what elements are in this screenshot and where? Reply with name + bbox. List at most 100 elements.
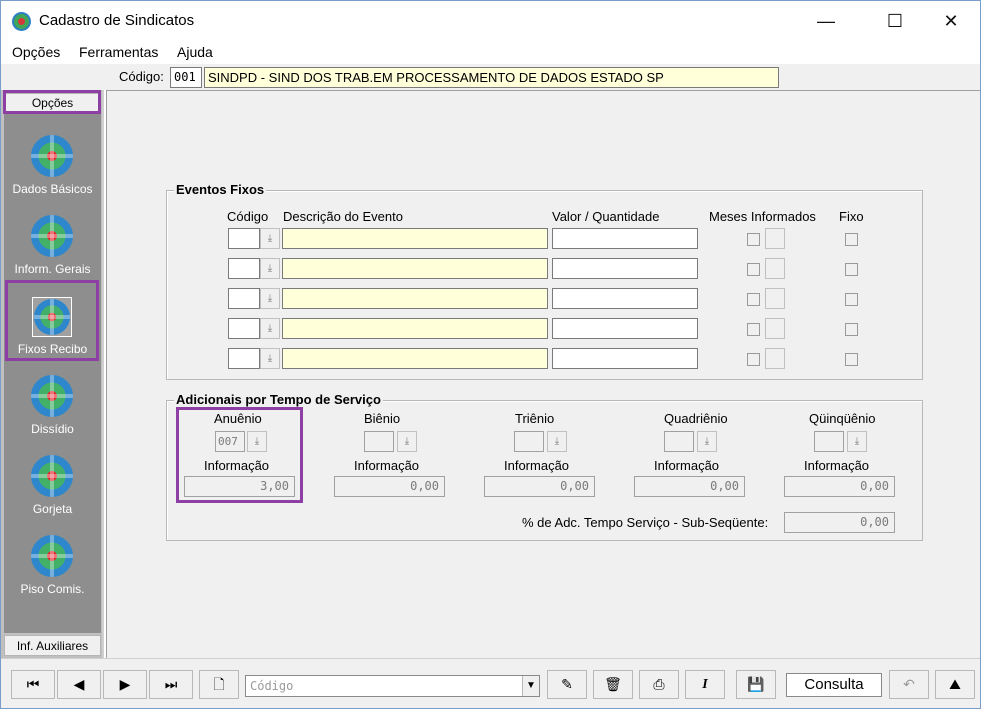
evento-valor-input[interactable] (552, 228, 698, 249)
last-record-button[interactable]: ⏭ (149, 670, 193, 699)
quinquenio-label: Qüinqüênio (809, 411, 876, 426)
lookup-icon[interactable]: ⤓ (397, 431, 417, 452)
meses-button[interactable] (765, 258, 785, 279)
next-record-button[interactable]: ▶ (103, 670, 147, 699)
quinquenio-code-field[interactable] (814, 431, 844, 452)
sidebar-item-piso-comis[interactable]: Piso Comis. (4, 529, 101, 607)
new-document-icon[interactable]: 🗋 (199, 670, 239, 699)
lookup-icon[interactable]: ⤓ (547, 431, 567, 452)
adicionais-title: Adicionais por Tempo de Serviço (174, 392, 383, 407)
sidebar-item-label: Gorjeta (32, 502, 73, 516)
eventos-fixos-group: Eventos Fixos Código Descrição do Evento… (166, 182, 923, 380)
quadrienio-label: Quadriênio (664, 411, 728, 426)
sidebar-item-dados-basicos[interactable]: Dados Básicos (4, 129, 101, 207)
evento-descricao-input[interactable] (282, 348, 548, 369)
meses-button[interactable] (765, 228, 785, 249)
lookup-icon[interactable]: ⤓ (260, 348, 280, 369)
app-logo-icon (31, 215, 73, 257)
meses-button[interactable] (765, 318, 785, 339)
meses-checkbox[interactable] (747, 263, 760, 276)
bottom-toolbar: ⏮ ◀ ▶ ⏭ 🗋 Código ▼ ✎ 🗑 ⎙ I 💾 Consulta ↶ … (1, 658, 980, 708)
quadrienio-value-field[interactable]: 0,00 (634, 476, 745, 497)
quinquenio-value-field[interactable]: 0,00 (784, 476, 895, 497)
code-row: Código: 001 SINDPD - SIND DOS TRAB.EM PR… (1, 64, 980, 90)
lookup-icon[interactable]: ⤓ (260, 258, 280, 279)
evento-valor-input[interactable] (552, 348, 698, 369)
evento-valor-input[interactable] (552, 288, 698, 309)
sidebar-item-label: Piso Comis. (20, 582, 85, 596)
fixo-checkbox[interactable] (845, 293, 858, 306)
subsequente-label: % de Adc. Tempo Serviço - Sub-Seqüente: (522, 515, 769, 530)
evento-descricao-input[interactable] (282, 258, 548, 279)
evento-codigo-input[interactable] (228, 228, 260, 249)
edit-document-icon[interactable]: ✎ (547, 670, 587, 699)
highlight-box (3, 90, 101, 114)
menu-ajuda[interactable]: Ajuda (177, 44, 213, 60)
fixo-checkbox[interactable] (845, 263, 858, 276)
trash-icon[interactable]: 🗑 (593, 670, 633, 699)
binoculars-icon[interactable]: ⛰ (935, 670, 975, 699)
col-fixo-header: Fixo (839, 209, 864, 224)
sidebar-item-gorjeta[interactable]: Gorjeta (4, 449, 101, 527)
fixo-checkbox[interactable] (845, 233, 858, 246)
sidebar: Opções Dados Básicos Inform. Gerais Fixo… (1, 90, 104, 658)
window-title: Cadastro de Sindicatos (39, 12, 195, 29)
italic-i-icon[interactable]: I (685, 670, 725, 699)
undo-icon[interactable]: ↶ (889, 670, 929, 699)
sidebar-item-label: Dados Básicos (12, 182, 93, 196)
evento-codigo-input[interactable] (228, 348, 260, 369)
code-field[interactable]: 001 (170, 67, 202, 88)
evento-valor-input[interactable] (552, 258, 698, 279)
maximize-button[interactable]: ☐ (872, 6, 918, 36)
trienio-label: Triênio (515, 411, 555, 426)
lookup-icon[interactable]: ⤓ (260, 318, 280, 339)
sidebar-item-dissidio[interactable]: Dissídio (4, 369, 101, 447)
bienio-label: Biênio (364, 411, 401, 426)
evento-descricao-input[interactable] (282, 288, 548, 309)
print-icon[interactable]: ⎙ (639, 670, 679, 699)
meses-checkbox[interactable] (747, 293, 760, 306)
app-logo-icon (31, 535, 73, 577)
evento-codigo-input[interactable] (228, 258, 260, 279)
menu-ferramentas[interactable]: Ferramentas (79, 44, 158, 60)
minimize-button[interactable]: — (803, 6, 849, 36)
trienio-code-field[interactable] (514, 431, 544, 452)
col-meses-header: Meses Informados (709, 209, 816, 224)
prev-record-button[interactable]: ◀ (57, 670, 101, 699)
meses-button[interactable] (765, 348, 785, 369)
meses-checkbox[interactable] (747, 323, 760, 336)
trienio-value-field[interactable]: 0,00 (484, 476, 595, 497)
sidebar-panel: Dados Básicos Inform. Gerais Fixos Recib… (4, 113, 101, 633)
evento-valor-input[interactable] (552, 318, 698, 339)
lookup-icon[interactable]: ⤓ (260, 288, 280, 309)
evento-codigo-input[interactable] (228, 318, 260, 339)
app-logo-icon (31, 375, 73, 417)
first-record-button[interactable]: ⏮ (11, 670, 55, 699)
code-search-combo[interactable]: Código ▼ (245, 675, 540, 697)
chevron-down-icon[interactable]: ▼ (522, 676, 539, 696)
sidebar-inf-auxiliares-button[interactable]: Inf. Auxiliares (4, 635, 101, 656)
fixo-checkbox[interactable] (845, 323, 858, 336)
close-button[interactable]: ✕ (928, 6, 974, 36)
evento-descricao-input[interactable] (282, 228, 548, 249)
app-logo-icon (31, 135, 73, 177)
quadrienio-code-field[interactable] (664, 431, 694, 452)
evento-descricao-input[interactable] (282, 318, 548, 339)
eventos-fixos-title: Eventos Fixos (174, 182, 267, 197)
sidebar-item-inform-gerais[interactable]: Inform. Gerais (4, 209, 101, 287)
meses-checkbox[interactable] (747, 353, 760, 366)
meses-checkbox[interactable] (747, 233, 760, 246)
lookup-icon[interactable]: ⤓ (847, 431, 867, 452)
menu-opcoes[interactable]: Opções (12, 44, 60, 60)
info-label: Informação (654, 458, 720, 473)
lookup-icon[interactable]: ⤓ (697, 431, 717, 452)
save-icon[interactable]: 💾 (736, 670, 776, 699)
meses-button[interactable] (765, 288, 785, 309)
bienio-code-field[interactable] (364, 431, 394, 452)
bienio-value-field[interactable]: 0,00 (334, 476, 445, 497)
subsequente-value-field[interactable]: 0,00 (784, 512, 895, 533)
evento-codigo-input[interactable] (228, 288, 260, 309)
lookup-icon[interactable]: ⤓ (260, 228, 280, 249)
fixo-checkbox[interactable] (845, 353, 858, 366)
union-name-field[interactable]: SINDPD - SIND DOS TRAB.EM PROCESSAMENTO … (204, 67, 779, 88)
